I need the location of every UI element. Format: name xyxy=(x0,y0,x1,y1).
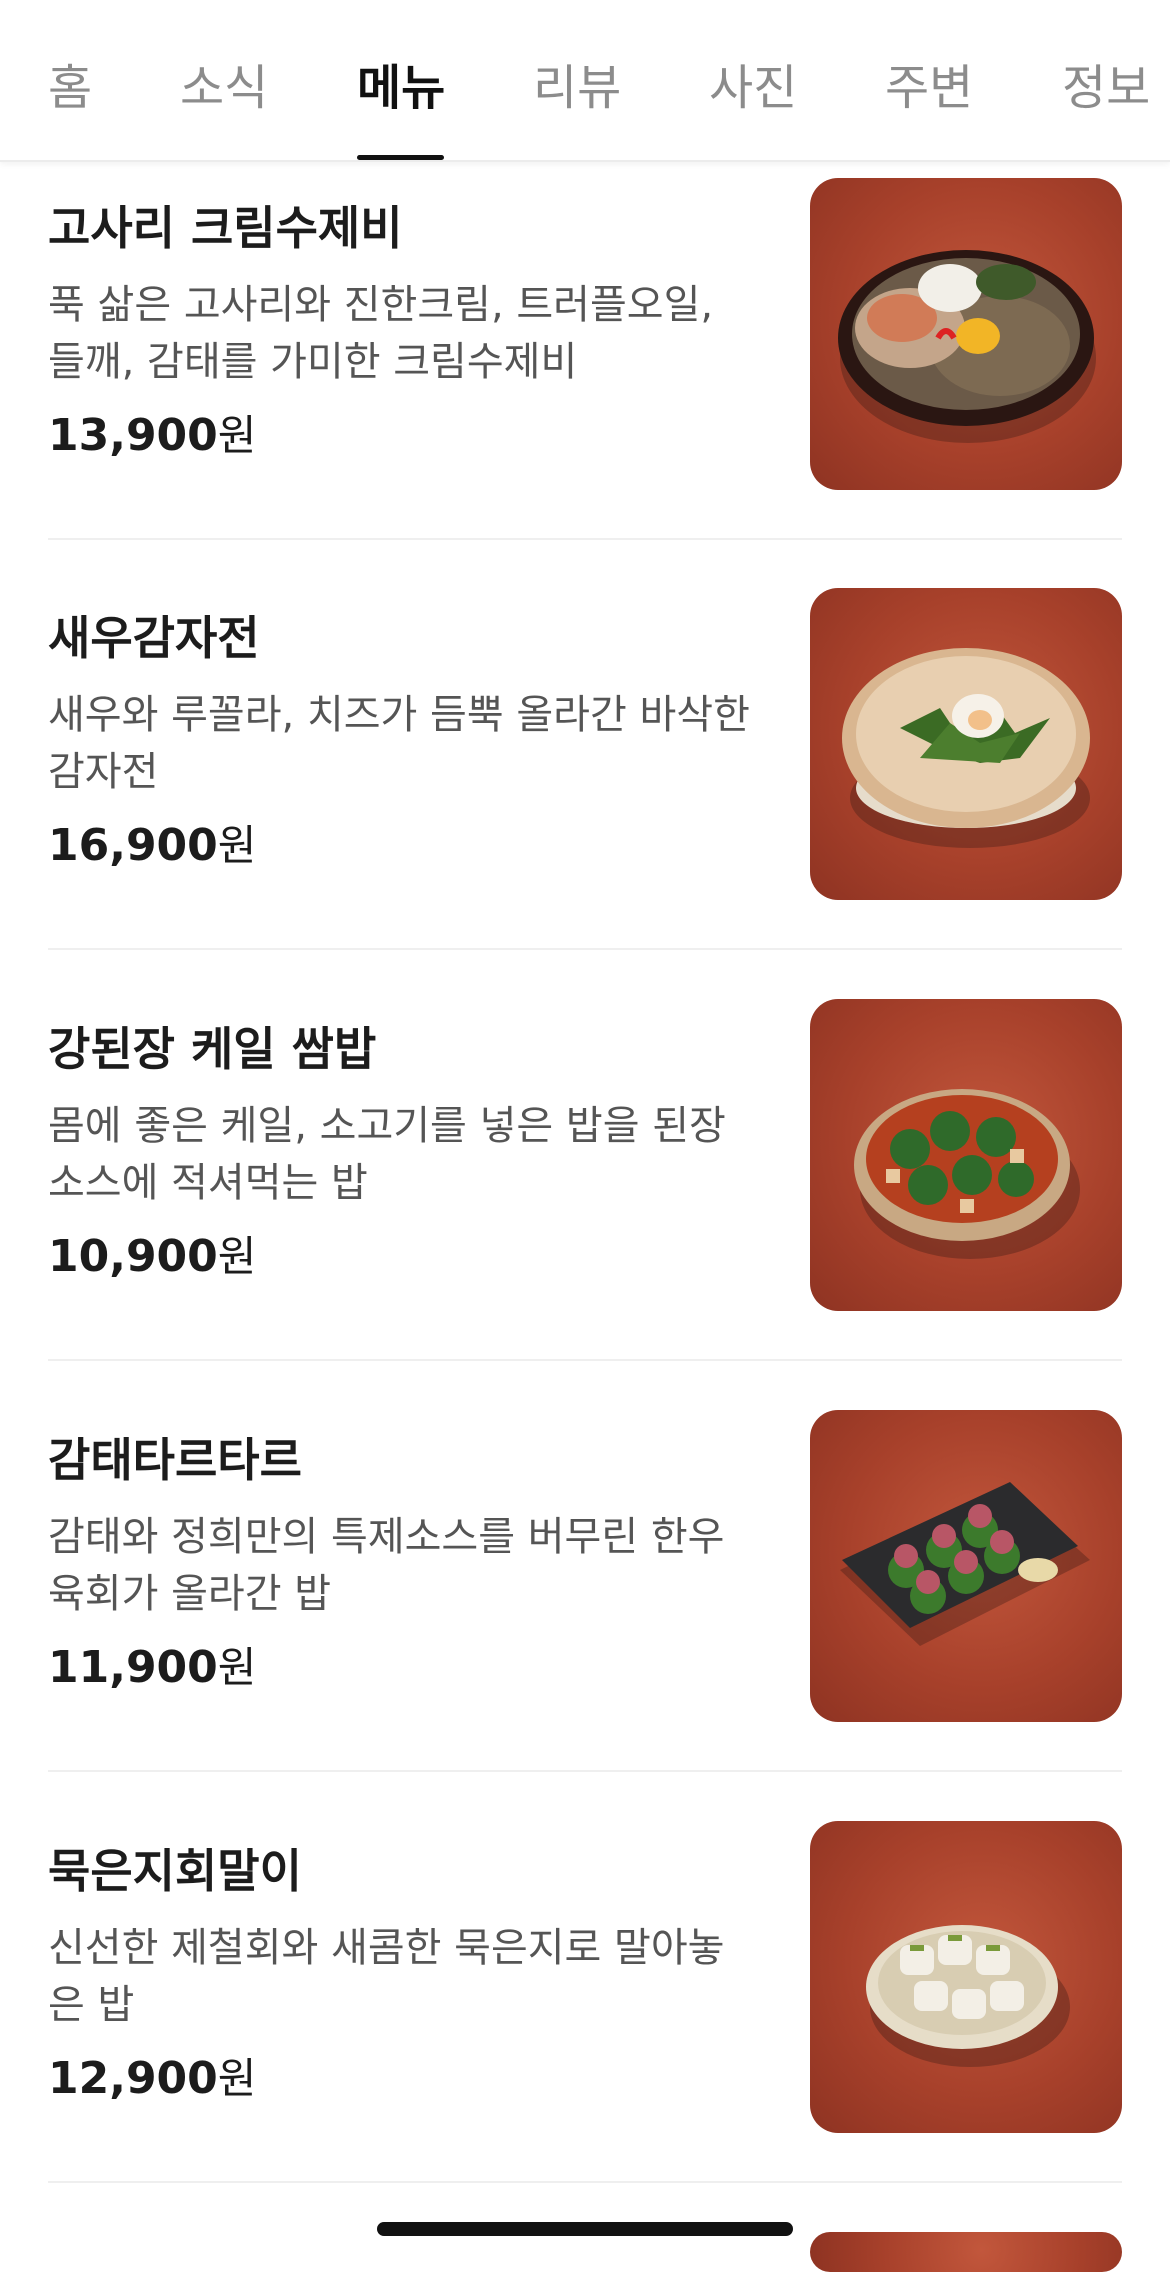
currency-unit: 원 xyxy=(217,2054,257,2103)
menu-item[interactable]: 감태타르타르 감태와 정희만의 특제소스를 버무린 한우 육회가 올라간 밥 1… xyxy=(0,1362,1170,1772)
menu-item-description-line-1: 신선한 제철회와 새콤한 묵은지로 말아놓 xyxy=(48,1925,725,1971)
tartare-plate-image[interactable] xyxy=(810,1410,1122,1722)
price-value: 12,900 xyxy=(48,2053,218,2104)
next-item-image[interactable] xyxy=(810,2232,1122,2272)
currency-unit: 원 xyxy=(217,821,257,870)
cream-sujebi-bowl-image[interactable] xyxy=(810,178,1122,490)
currency-unit: 원 xyxy=(217,1643,257,1692)
menu-item-description-line-1: 감태와 정희만의 특제소스를 버무린 한우 xyxy=(48,1514,725,1560)
potato-pancake-image[interactable] xyxy=(810,588,1122,900)
sashimi-roll-plate-image[interactable] xyxy=(810,1821,1122,2133)
menu-item[interactable]: 새우감자전 새우와 루꼴라, 치즈가 듬뿍 올라간 바삭한 감자전 16,900… xyxy=(0,540,1170,950)
tab-photos[interactable]: 사진 xyxy=(709,56,797,120)
menu-item-price: 12,900원 xyxy=(48,2049,256,2109)
menu-item-name: 강된장 케일 쌈밥 xyxy=(48,1022,377,1076)
menu-item-name: 새우감자전 xyxy=(48,611,260,665)
menu-item-price: 10,900원 xyxy=(48,1227,256,1287)
menu-item-name: 감태타르타르 xyxy=(48,1433,302,1487)
menu-item-description-line-2: 감자전 xyxy=(48,749,159,795)
menu-item-name: 묵은지회말이 xyxy=(48,1844,302,1898)
menu-item-description-line-2: 은 밥 xyxy=(48,1982,135,2028)
menu-item[interactable]: 고사리 크림수제비 푹 삶은 고사리와 진한크림, 트러플오일, 들깨, 감태를… xyxy=(0,130,1170,540)
tab-home[interactable]: 홈 xyxy=(48,56,92,120)
active-tab-indicator xyxy=(357,155,444,160)
price-value: 16,900 xyxy=(48,820,218,871)
price-value: 10,900 xyxy=(48,1231,218,1282)
menu-item-description-line-1: 몸에 좋은 케일, 소고기를 넣은 밥을 된장 xyxy=(48,1103,726,1149)
tab-news[interactable]: 소식 xyxy=(180,56,268,120)
menu-item-description-line-1: 푹 삶은 고사리와 진한크림, 트러플오일, xyxy=(48,282,714,328)
menu-item-price: 16,900원 xyxy=(48,816,256,876)
menu-item[interactable]: 강된장 케일 쌈밥 몸에 좋은 케일, 소고기를 넣은 밥을 된장 소스에 적셔… xyxy=(0,951,1170,1361)
menu-item[interactable]: 묵은지회말이 신선한 제철회와 새콤한 묵은지로 말아놓 은 밥 12,900원 xyxy=(0,1773,1170,2183)
item-divider xyxy=(48,1359,1122,1361)
menu-item-price: 13,900원 xyxy=(48,406,256,466)
item-divider xyxy=(48,2181,1122,2183)
kale-ssambap-bowl-image[interactable] xyxy=(810,999,1122,1311)
home-indicator xyxy=(377,2222,793,2236)
item-divider xyxy=(48,1770,1122,1772)
menu-item-name: 고사리 크림수제비 xyxy=(48,201,403,255)
menu-item-price: 11,900원 xyxy=(48,1638,256,1698)
menu-item-description-line-2: 들깨, 감태를 가미한 크림수제비 xyxy=(48,339,578,385)
currency-unit: 원 xyxy=(217,1232,257,1281)
menu-item-description-line-2: 육회가 올라간 밥 xyxy=(48,1571,332,1617)
tab-reviews[interactable]: 리뷰 xyxy=(533,56,621,120)
price-value: 13,900 xyxy=(48,410,218,461)
item-divider xyxy=(48,948,1122,950)
tab-bar: 홈 소식 메뉴 리뷰 사진 주변 정보 xyxy=(0,0,1170,162)
menu-item-description-line-2: 소스에 적셔먹는 밥 xyxy=(48,1160,368,1206)
tab-nearby[interactable]: 주변 xyxy=(885,56,973,120)
tab-menu[interactable]: 메뉴 xyxy=(357,56,445,120)
tab-info[interactable]: 정보 xyxy=(1062,56,1150,120)
price-value: 11,900 xyxy=(48,1642,218,1693)
menu-item-description-line-1: 새우와 루꼴라, 치즈가 듬뿍 올라간 바삭한 xyxy=(48,692,750,738)
currency-unit: 원 xyxy=(217,411,257,460)
